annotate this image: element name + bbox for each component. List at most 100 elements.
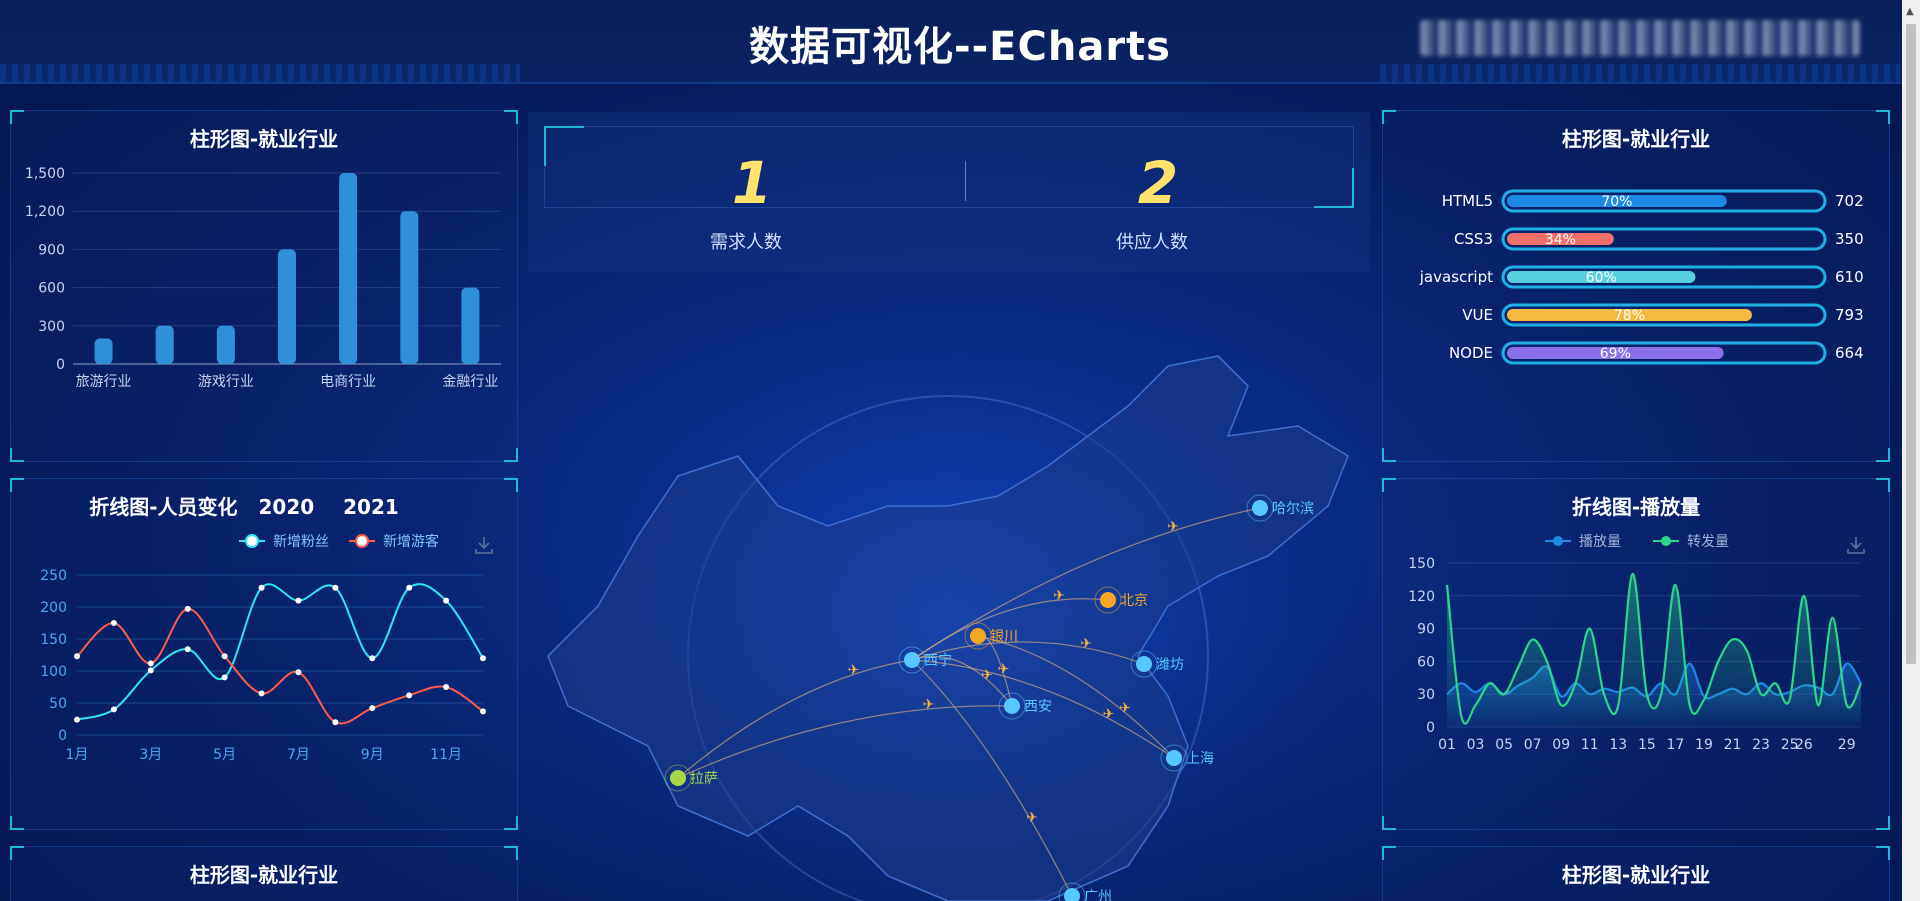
bottom-left-panel: 柱形图-就业行业 bbox=[10, 846, 518, 901]
bar-chart-bar[interactable] bbox=[155, 325, 174, 364]
line-x-tick: 11月 bbox=[430, 747, 462, 763]
legend-label[interactable]: 新增粉丝 bbox=[273, 534, 329, 550]
city-marker[interactable] bbox=[970, 628, 986, 644]
plane-icon: ✈ bbox=[1026, 810, 1038, 826]
legend-label[interactable]: 转发量 bbox=[1687, 534, 1729, 550]
city-marker[interactable] bbox=[1166, 750, 1182, 766]
progress-percent: 60% bbox=[1586, 270, 1617, 286]
plane-icon: ✈ bbox=[1080, 636, 1092, 652]
line-point[interactable] bbox=[369, 655, 376, 662]
line-point[interactable] bbox=[258, 584, 265, 591]
bar-chart-bar[interactable] bbox=[400, 211, 419, 364]
line-point[interactable] bbox=[184, 605, 191, 612]
play-x-tick: 17 bbox=[1666, 737, 1684, 753]
bar-chart-bar[interactable] bbox=[94, 338, 113, 364]
line-chart-panel: 折线图-人员变化 2020 2021 新增粉丝 新增游客 0 50 100 150 200 2… bbox=[10, 478, 518, 830]
progress-total: 702 bbox=[1835, 192, 1864, 210]
play-x-tick: 26 bbox=[1795, 737, 1813, 753]
demand-label: 需求人数 bbox=[710, 232, 782, 253]
line-point[interactable] bbox=[110, 706, 117, 713]
line-x-tick: 7月 bbox=[287, 747, 310, 763]
bar-chart-bar[interactable] bbox=[278, 249, 296, 364]
city-label: 潍坊 bbox=[1156, 657, 1184, 673]
line-y-tick: 100 bbox=[40, 664, 67, 680]
scroll-up-arrow-icon[interactable]: ▲ bbox=[1906, 6, 1914, 17]
line-point[interactable] bbox=[221, 653, 228, 660]
line-point[interactable] bbox=[369, 705, 376, 712]
line-point[interactable] bbox=[443, 597, 450, 604]
line-point[interactable] bbox=[74, 716, 80, 723]
line-point[interactable] bbox=[74, 653, 80, 660]
bar-x-tick: 旅游行业 bbox=[76, 374, 132, 390]
city-marker[interactable] bbox=[1136, 656, 1152, 672]
city-marker[interactable] bbox=[1252, 500, 1268, 516]
line-x-tick: 3月 bbox=[139, 747, 162, 763]
line-x-tick: 5月 bbox=[213, 747, 236, 763]
progress-category: HTML5 bbox=[1442, 192, 1493, 210]
kpi-box: 1 2 bbox=[544, 126, 1354, 217]
line-point[interactable] bbox=[295, 597, 302, 604]
line-point[interactable] bbox=[480, 655, 486, 662]
play-chart: 播放量 转发量 0 30 60 90 120 150 01 03 05 07 09 11 13 15 17 19 2… bbox=[1408, 534, 1865, 753]
city-marker[interactable] bbox=[1004, 698, 1020, 714]
bar-x-tick: 游戏行业 bbox=[198, 374, 254, 390]
legend-marker[interactable] bbox=[355, 534, 369, 548]
play-x-tick: 07 bbox=[1524, 737, 1542, 753]
city-label: 银川 bbox=[990, 629, 1018, 645]
kpi-separator bbox=[965, 161, 966, 201]
line-point[interactable] bbox=[406, 692, 413, 699]
bar-y-tick: 1,200 bbox=[25, 204, 65, 220]
line-point[interactable] bbox=[147, 660, 154, 667]
bar-chart-bar[interactable] bbox=[339, 173, 358, 364]
legend-marker[interactable] bbox=[1661, 536, 1671, 546]
play-y-tick: 120 bbox=[1408, 589, 1435, 605]
bar-chart-bar[interactable] bbox=[216, 325, 235, 364]
legend-label[interactable]: 新增游客 bbox=[383, 533, 439, 550]
line-point[interactable] bbox=[110, 620, 117, 626]
line-chart: 新增粉丝 新增游客 0 50 100 150 200 250 1月 3月 5月 7月 9月 11月 bbox=[40, 533, 493, 763]
city-marker[interactable] bbox=[1100, 592, 1116, 608]
bar-chart-panel: 柱形图-就业行业 0 300 600 900 1,200 1,500 旅游行业 游戏行业 电商行… bbox=[10, 110, 518, 462]
line-point[interactable] bbox=[480, 708, 486, 715]
line-point[interactable] bbox=[147, 667, 154, 674]
line-point[interactable] bbox=[295, 669, 302, 676]
china-map: ✈✈✈✈✈✈✈✈ ✈✈哈尔滨北京银川西宁 潍坊西安上海拉萨广州 bbox=[528, 276, 1370, 901]
line-y-tick: 150 bbox=[40, 632, 67, 648]
progress-category: CSS3 bbox=[1454, 230, 1493, 248]
play-y-tick: 90 bbox=[1417, 622, 1435, 638]
header: 数据可视化--ECharts bbox=[0, 0, 1920, 84]
line-point[interactable] bbox=[332, 584, 339, 591]
plane-icon: ✈ bbox=[1053, 588, 1065, 604]
play-y-tick: 150 bbox=[1408, 556, 1435, 572]
plane-icon: ✈ bbox=[998, 662, 1010, 678]
line-point[interactable] bbox=[184, 646, 191, 653]
city-label: 哈尔滨 bbox=[1272, 501, 1314, 517]
progress-category: javascript bbox=[1419, 268, 1493, 286]
supply-value: 2 bbox=[1137, 149, 1181, 217]
line-point[interactable] bbox=[443, 684, 450, 690]
bar-chart-bar[interactable] bbox=[461, 287, 480, 364]
play-y-tick: 60 bbox=[1417, 654, 1435, 670]
city-label: 广州 bbox=[1084, 889, 1112, 901]
download-icon[interactable] bbox=[1847, 537, 1865, 554]
city-marker[interactable] bbox=[670, 770, 686, 786]
line-point[interactable] bbox=[406, 584, 413, 591]
line-y-tick: 0 bbox=[58, 728, 67, 744]
scrollbar-thumb[interactable] bbox=[1906, 24, 1916, 664]
line-point[interactable] bbox=[221, 674, 228, 681]
legend-label[interactable]: 播放量 bbox=[1579, 534, 1621, 550]
progress-total: 610 bbox=[1835, 268, 1864, 286]
legend-marker[interactable] bbox=[245, 534, 259, 548]
play-x-tick: 19 bbox=[1695, 737, 1713, 753]
progress-total: 664 bbox=[1835, 344, 1864, 362]
bar-x-tick: 电商行业 bbox=[320, 374, 376, 390]
scrollbar[interactable]: ▲ bbox=[1902, 0, 1920, 901]
line-point[interactable] bbox=[258, 690, 265, 697]
line-point[interactable] bbox=[332, 719, 339, 726]
city-marker[interactable] bbox=[904, 652, 920, 668]
legend-marker[interactable] bbox=[1553, 536, 1563, 546]
progress-total: 793 bbox=[1835, 306, 1864, 324]
bottom-right-title: 柱形图-就业行业 bbox=[1561, 863, 1711, 887]
play-x-tick: 21 bbox=[1724, 737, 1742, 753]
download-icon[interactable] bbox=[475, 537, 493, 554]
